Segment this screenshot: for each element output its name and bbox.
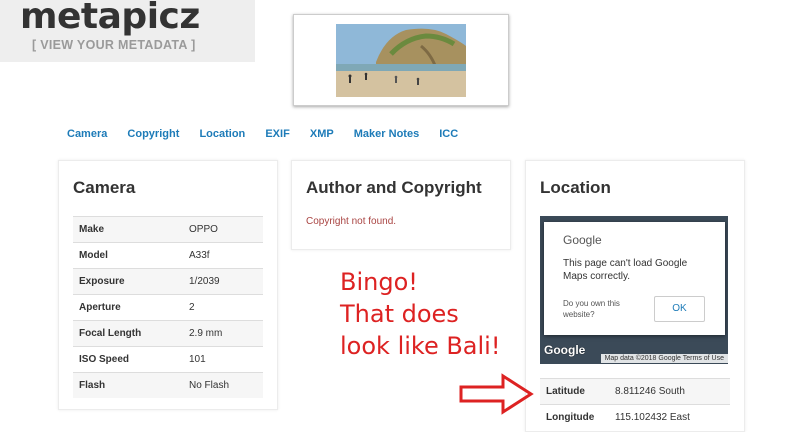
beach-photo <box>336 24 466 97</box>
table-row: Model A33f <box>73 242 263 269</box>
row-key: Model <box>73 242 183 269</box>
row-value: No Flash <box>183 372 263 398</box>
table-row: Latitude 8.811246 South <box>540 378 730 405</box>
photo-thumbnail <box>293 14 509 106</box>
google-logo: Google <box>544 343 586 357</box>
nav-icc[interactable]: ICC <box>439 128 458 140</box>
row-key: Aperture <box>73 294 183 321</box>
annotation-line: look like Bali! <box>340 332 501 360</box>
nav-exif[interactable]: EXIF <box>265 128 289 140</box>
table-row: ISO Speed 101 <box>73 346 263 373</box>
nav-camera[interactable]: Camera <box>67 128 107 140</box>
table-row: Focal Length 2.9 mm <box>73 320 263 347</box>
ok-button[interactable]: OK <box>654 296 705 322</box>
row-key: Exposure <box>73 268 183 295</box>
row-value: 101 <box>183 346 263 373</box>
row-value: 1/2039 <box>183 268 263 295</box>
nav-copyright[interactable]: Copyright <box>127 128 179 140</box>
table-row: Make OPPO <box>73 216 263 243</box>
logo-text: metapicz <box>20 0 200 37</box>
location-panel: Location Google This page can't load Goo… <box>525 160 745 432</box>
row-value: 2.9 mm <box>183 320 263 347</box>
row-value: OPPO <box>183 216 263 243</box>
map-attribution: Map data ©2018 Google Terms of Use <box>600 354 728 363</box>
row-key: Make <box>73 216 183 243</box>
row-value: A33f <box>183 242 263 269</box>
table-row: Longitude 115.102432 East <box>540 404 730 430</box>
row-key: Focal Length <box>73 320 183 347</box>
nav-xmp[interactable]: XMP <box>310 128 334 140</box>
row-key: Latitude <box>540 378 609 405</box>
table-row: Exposure 1/2039 <box>73 268 263 295</box>
dialog-message: This page can't load Google Maps correct… <box>563 258 688 282</box>
row-value: 8.811246 South <box>609 378 730 405</box>
row-value: 115.102432 East <box>609 404 730 430</box>
map-embed[interactable]: Google This page can't load Google Maps … <box>540 216 728 364</box>
annotation-line: That does <box>340 300 459 328</box>
row-key: Longitude <box>540 404 609 430</box>
dialog-own-link: Do you own this website? <box>563 299 620 319</box>
location-table: Latitude 8.811246 South Longitude 115.1024… <box>540 378 730 430</box>
row-key: Flash <box>73 372 183 398</box>
nav-maker-notes[interactable]: Maker Notes <box>354 128 419 140</box>
arrow-right-icon <box>459 373 534 415</box>
location-title: Location <box>540 178 611 197</box>
row-value: 2 <box>183 294 263 321</box>
camera-title: Camera <box>73 178 136 197</box>
copyright-message: Copyright not found. <box>306 216 397 227</box>
annotation-line: Bingo! <box>340 268 418 296</box>
nav-location[interactable]: Location <box>199 128 245 140</box>
section-nav: Camera Copyright Location EXIF XMP Maker… <box>67 128 475 140</box>
camera-table: Make OPPO Model A33f Exposure 1/2039 Apertu… <box>73 216 263 398</box>
camera-panel: Camera Make OPPO Model A33f Exposure 1/2039… <box>58 160 278 410</box>
logo-tagline: [ VIEW YOUR METADATA ] <box>32 38 196 52</box>
row-key: ISO Speed <box>73 346 183 373</box>
author-title: Author and Copyright <box>306 178 482 197</box>
handwritten-annotation: Bingo! That does look like Bali! <box>340 266 500 362</box>
table-row: Aperture 2 <box>73 294 263 321</box>
map-error-dialog: Google This page can't load Google Maps … <box>544 222 725 335</box>
site-logo[interactable]: metapicz [ VIEW YOUR METADATA ] <box>0 0 255 62</box>
dialog-brand: Google <box>563 233 602 247</box>
author-panel: Author and Copyright Copyright not found… <box>291 160 511 250</box>
table-row: Flash No Flash <box>73 372 263 398</box>
